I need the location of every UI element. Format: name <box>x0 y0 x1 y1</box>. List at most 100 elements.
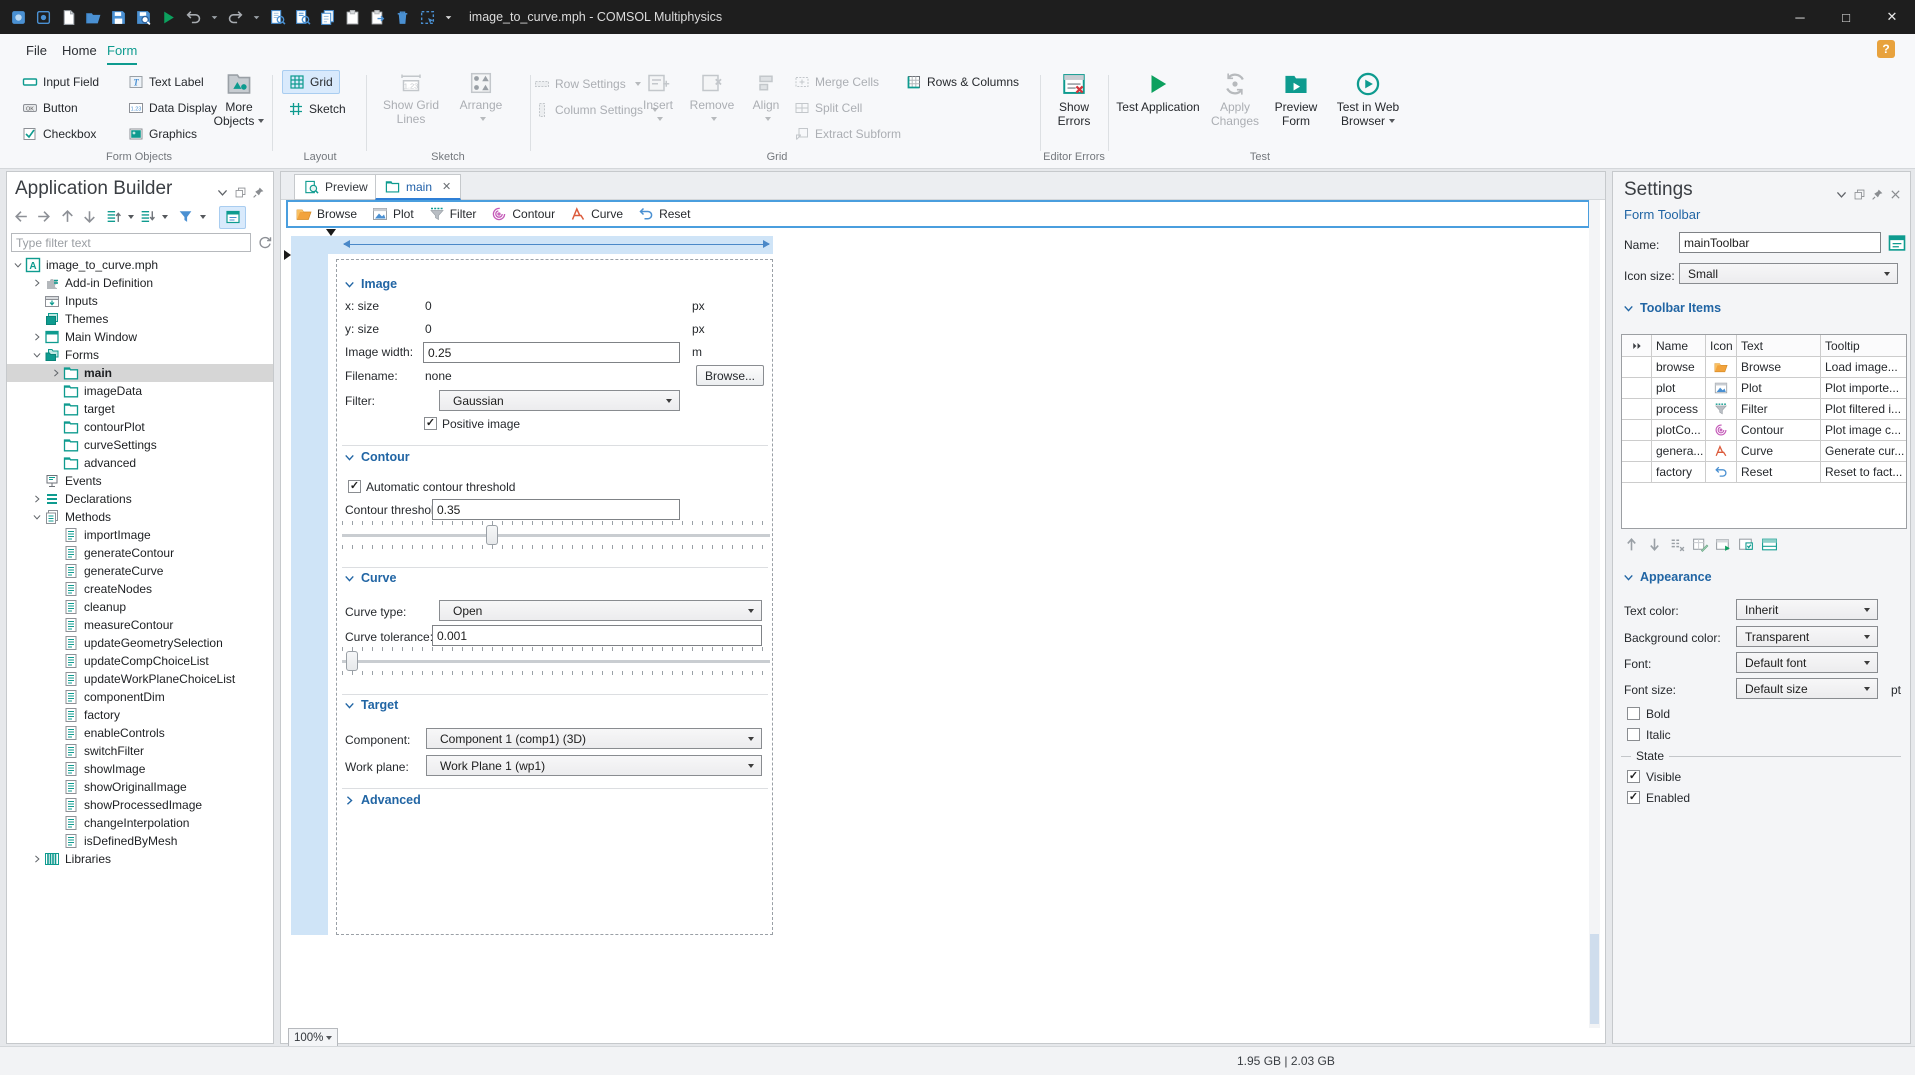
move-up-icon[interactable] <box>59 208 76 225</box>
tree-node-themes[interactable]: Themes <box>7 310 273 328</box>
enabled-checkbox[interactable]: ✓ <box>1627 791 1640 804</box>
auto-threshold-checkbox[interactable]: ✓ <box>348 480 361 493</box>
tree-node-methods[interactable]: Methods <box>7 508 273 526</box>
rows-columns-button[interactable]: Rows & Columns <box>906 71 1019 93</box>
browse-file-button[interactable]: Browse... <box>696 365 764 386</box>
slider-handle[interactable] <box>346 651 358 671</box>
panel-menu-icon[interactable] <box>216 186 229 199</box>
section-advanced[interactable]: Advanced <box>344 793 421 807</box>
table-edit-icon[interactable] <box>1692 536 1709 553</box>
undo-gray-icon[interactable] <box>185 9 202 26</box>
tree-node-enablecontrols[interactable]: enableControls <box>7 724 273 742</box>
tree-node-add-in-definition[interactable]: Add-in Definition <box>7 274 273 292</box>
input-field-button[interactable]: Input Field <box>22 71 99 93</box>
test-application-button[interactable]: Test Application <box>1116 71 1200 114</box>
tree-node-generatecurve[interactable]: generateCurve <box>7 562 273 580</box>
panel-float-icon[interactable] <box>234 186 247 199</box>
chevron-right-icon[interactable] <box>30 493 43 506</box>
table-row-filter[interactable]: process Filter Plot filtered i... <box>1622 399 1906 420</box>
table-row-contour[interactable]: plotCo... Contour Plot image c... <box>1622 420 1906 441</box>
grid-column-band[interactable] <box>291 236 773 254</box>
nav-back-icon[interactable] <box>13 208 30 225</box>
chevron-down-icon[interactable] <box>30 511 43 524</box>
filter-combobox[interactable]: Gaussian <box>439 390 680 411</box>
toolbar-items-table[interactable]: Name Icon Text Tooltip browse Browse Load imag… <box>1621 334 1907 529</box>
preview-form-button[interactable]: Preview Form <box>1266 71 1326 129</box>
collapse-all-icon[interactable] <box>139 208 156 225</box>
table-row-curve[interactable]: genera... Curve Generate cur... <box>1622 441 1906 462</box>
open-file-icon[interactable] <box>85 9 102 26</box>
nav-forward-icon[interactable] <box>35 208 52 225</box>
tree-node-updatecompchoicelist[interactable]: updateCompChoiceList <box>7 652 273 670</box>
component-combobox[interactable]: Component 1 (comp1) (3D) <box>426 728 762 749</box>
form-toolbar-item-plot[interactable]: Plot <box>372 206 414 222</box>
tree-node-updateworkplanechoicelist[interactable]: updateWorkPlaneChoiceList <box>7 670 273 688</box>
tree-node-showprocessedimage[interactable]: showProcessedImage <box>7 796 273 814</box>
paste-gray-icon[interactable] <box>344 9 361 26</box>
model-manager-icon[interactable] <box>35 9 52 26</box>
test-in-web-browser-button[interactable]: Test in Web Browser <box>1324 71 1412 129</box>
image-width-input[interactable] <box>423 342 680 363</box>
chevron-down-icon[interactable] <box>11 259 24 272</box>
minimize-button[interactable]: ─ <box>1777 0 1823 34</box>
bold-checkbox[interactable] <box>1627 707 1640 720</box>
tree-node-libraries[interactable]: Libraries <box>7 850 273 868</box>
table-row-plot[interactable]: plot Plot Plot importe... <box>1622 378 1906 399</box>
tree-node-image-to-curve-mph[interactable]: Aimage_to_curve.mph <box>7 256 273 274</box>
move-all-icon[interactable] <box>1631 340 1643 352</box>
contour-threshold-slider[interactable] <box>342 521 770 549</box>
column-header-icon[interactable]: Icon <box>1706 335 1737 357</box>
run-green-icon[interactable] <box>160 9 177 26</box>
select-blue-icon[interactable] <box>419 9 436 26</box>
show-errors-button[interactable]: Show Errors <box>1044 71 1104 129</box>
scrollbar-thumb[interactable] <box>1590 934 1599 1024</box>
form-toolbar-object[interactable]: Browse Plot Filter Contour Curve Reset <box>286 200 1590 228</box>
data-display-button[interactable]: 1.23 Data Display <box>128 97 217 119</box>
tree-node-showimage[interactable]: showImage <box>7 760 273 778</box>
graphics-button[interactable]: Graphics <box>128 123 197 145</box>
close-button[interactable]: ✕ <box>1869 0 1915 34</box>
expand-all-icon[interactable] <box>105 208 122 225</box>
more-objects-button[interactable]: More Objects <box>210 71 268 129</box>
tree-node-contourplot[interactable]: contourPlot <box>7 418 273 436</box>
text-label-button[interactable]: T Text Label <box>128 71 204 93</box>
help-button[interactable]: ? <box>1877 40 1895 58</box>
tab-main[interactable]: main ✕ <box>375 174 462 200</box>
section-target[interactable]: Target <box>344 698 398 712</box>
save-find-icon[interactable] <box>135 9 152 26</box>
curve-type-combobox[interactable]: Open <box>439 600 762 621</box>
font-size-combobox[interactable]: Default size <box>1736 678 1878 699</box>
chevron-right-icon[interactable] <box>30 277 43 290</box>
tree-node-curvesettings[interactable]: curveSettings <box>7 436 273 454</box>
section-image[interactable]: Image <box>344 277 397 291</box>
tree-node-inputs[interactable]: Inputs <box>7 292 273 310</box>
grid-mode-button[interactable]: Grid <box>282 70 340 94</box>
zoom-control[interactable]: 100% <box>288 1028 338 1047</box>
chevron-right-icon[interactable] <box>30 331 43 344</box>
column-header-tooltip[interactable]: Tooltip <box>1821 335 1906 357</box>
visible-checkbox[interactable]: ✓ <box>1627 770 1640 783</box>
caret-sm-icon[interactable] <box>252 13 261 22</box>
vertical-scrollbar[interactable] <box>1589 200 1600 1028</box>
panel-pin-icon[interactable] <box>1871 188 1884 201</box>
list-remove-icon[interactable] <box>1669 536 1686 553</box>
tab-form[interactable]: Form <box>107 38 138 65</box>
tree-node-measurecontour[interactable]: measureContour <box>7 616 273 634</box>
sketch-mode-button[interactable]: Sketch <box>288 98 346 120</box>
column-header-name[interactable]: Name <box>1652 335 1706 357</box>
tab-home[interactable]: Home <box>62 38 97 63</box>
section-curve[interactable]: Curve <box>344 571 396 585</box>
copy-blue-icon[interactable] <box>319 9 336 26</box>
section-contour[interactable]: Contour <box>344 450 410 464</box>
tree-node-updategeometryselection[interactable]: updateGeometrySelection <box>7 634 273 652</box>
caret-sm-icon[interactable] <box>210 13 219 22</box>
maximize-button[interactable]: □ <box>1823 0 1869 34</box>
form-canvas[interactable]: Image x: size 0 px y: size 0 px Image wi… <box>336 259 773 935</box>
table-rows-icon[interactable] <box>1761 536 1778 553</box>
text-color-combobox[interactable]: Inherit <box>1736 599 1878 620</box>
contour-threshold-input[interactable] <box>432 499 680 520</box>
form-reference-icon[interactable] <box>1887 233 1907 253</box>
form-toolbar-item-browse[interactable]: Browse <box>296 206 357 222</box>
curve-tolerance-input[interactable] <box>432 625 762 646</box>
panel-close-icon[interactable] <box>1889 188 1902 201</box>
